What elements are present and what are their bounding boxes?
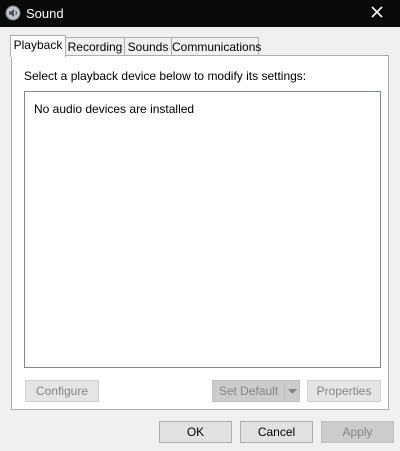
configure-button[interactable]: Configure <box>25 380 99 402</box>
empty-device-message: No audio devices are installed <box>34 102 195 116</box>
set-default-main[interactable]: Set Default <box>212 380 285 402</box>
close-button[interactable] <box>353 0 400 27</box>
apply-button[interactable]: Apply <box>321 421 394 443</box>
close-icon <box>370 6 383 21</box>
button-label: Cancel <box>257 425 296 439</box>
button-label: Properties <box>316 384 372 398</box>
ok-button[interactable]: OK <box>159 421 232 443</box>
tab-communications[interactable]: Communications <box>171 37 262 56</box>
sound-dialog: Sound Playback Recording Sounds Communic… <box>0 0 400 451</box>
set-default-dropdown[interactable] <box>284 380 300 402</box>
chevron-down-icon <box>287 384 297 398</box>
tab-recording[interactable]: Recording <box>65 37 125 56</box>
title-bar[interactable]: Sound <box>0 0 400 27</box>
playback-panel: Select a playback device below to modify… <box>11 55 389 410</box>
button-label: Apply <box>342 425 373 439</box>
tab-label: Sounds <box>127 40 169 54</box>
button-label: Set Default <box>218 384 279 398</box>
instruction-text: Select a playback device below to modify… <box>24 69 307 83</box>
properties-button[interactable]: Properties <box>307 380 381 402</box>
tab-sounds[interactable]: Sounds <box>124 37 172 56</box>
tab-playback[interactable]: Playback <box>10 35 66 57</box>
speaker-icon <box>5 5 21 21</box>
button-label: Configure <box>35 384 89 398</box>
set-default-button[interactable]: Set Default <box>212 380 300 402</box>
device-list[interactable]: No audio devices are installed <box>24 91 381 368</box>
tab-label: Recording <box>67 40 123 54</box>
window-title: Sound <box>26 6 64 21</box>
button-label: OK <box>186 425 205 439</box>
cancel-button[interactable]: Cancel <box>240 421 313 443</box>
tab-label: Playback <box>13 38 63 52</box>
tab-label: Communications <box>172 40 262 54</box>
